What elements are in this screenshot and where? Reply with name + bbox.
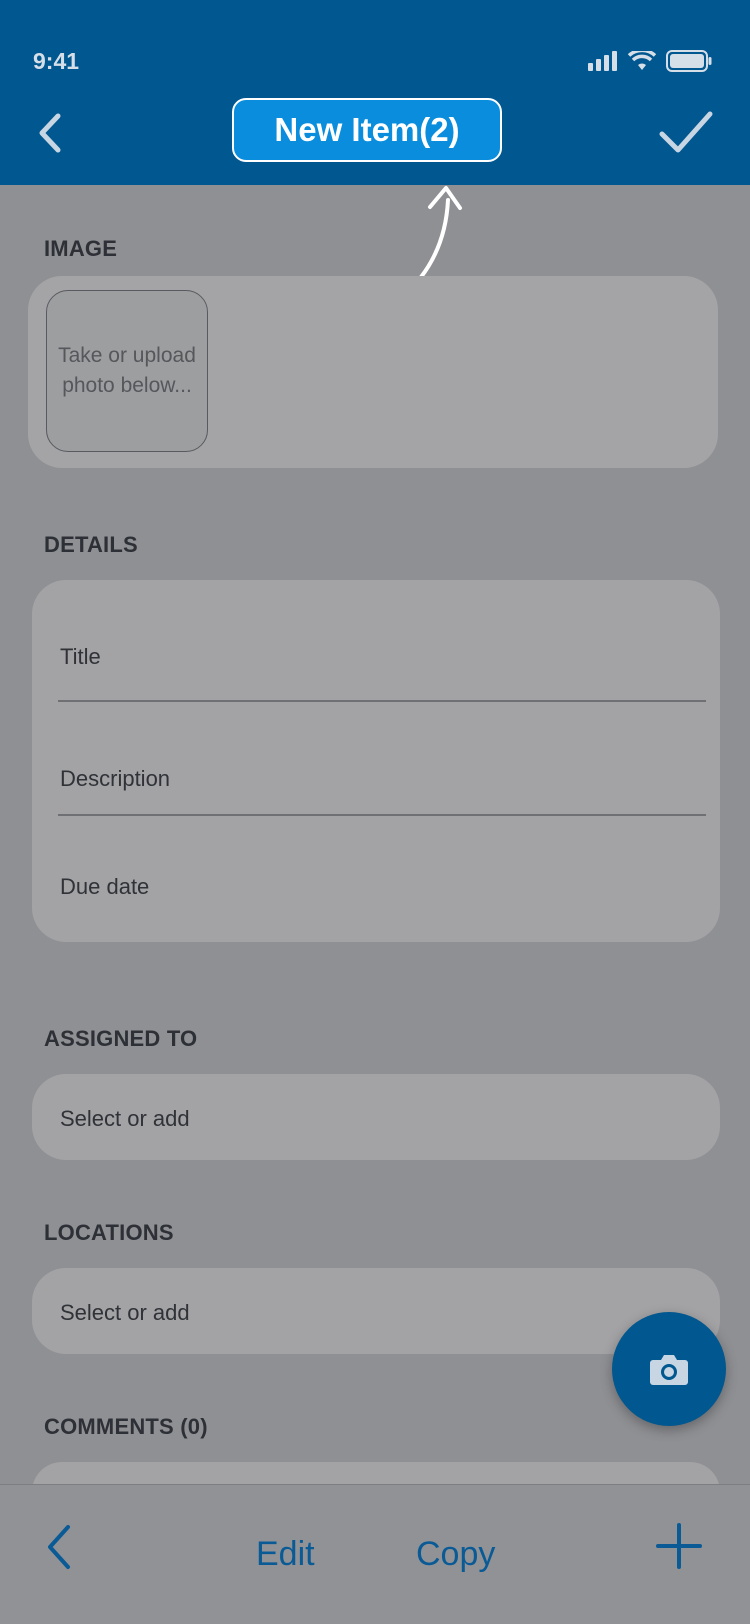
section-label-assigned-to: ASSIGNED TO <box>44 1026 198 1051</box>
section-label-locations: LOCATIONS <box>44 1220 174 1245</box>
status-time: 9:41 <box>33 48 80 74</box>
edit-button[interactable]: Edit <box>256 1535 315 1574</box>
section-label-image: IMAGE <box>44 236 118 261</box>
section-label-comments: COMMENTS (0) <box>44 1414 208 1439</box>
battery-icon <box>666 50 712 72</box>
screen: 9:41 New Item(2) IMAGE Take or upload ph… <box>0 0 750 1624</box>
copy-button[interactable]: Copy <box>416 1535 495 1574</box>
nav-header: 9:41 New Item(2) <box>0 0 750 185</box>
bottom-toolbar: Edit Copy <box>0 1484 750 1624</box>
assigned-to-select[interactable]: Select or add <box>60 1106 190 1132</box>
section-label-details: DETAILS <box>44 532 138 557</box>
page-title: New Item(2) <box>232 98 502 162</box>
back-chevron-icon[interactable] <box>30 108 70 158</box>
back-chevron-icon[interactable] <box>40 1521 76 1573</box>
camera-icon <box>650 1355 688 1385</box>
add-icon[interactable] <box>656 1523 702 1569</box>
wifi-icon <box>628 51 656 70</box>
camera-button[interactable] <box>612 1312 726 1426</box>
divider <box>58 814 706 816</box>
description-field[interactable]: Description <box>60 766 170 792</box>
status-icons <box>588 50 712 72</box>
signal-icon <box>588 51 617 71</box>
checkmark-icon[interactable] <box>658 108 714 158</box>
title-field[interactable]: Title <box>60 644 101 670</box>
divider <box>58 700 706 702</box>
locations-select[interactable]: Select or add <box>60 1300 190 1326</box>
photo-placeholder[interactable]: Take or upload photo below... <box>46 290 208 452</box>
due-date-field[interactable]: Due date <box>60 874 149 900</box>
